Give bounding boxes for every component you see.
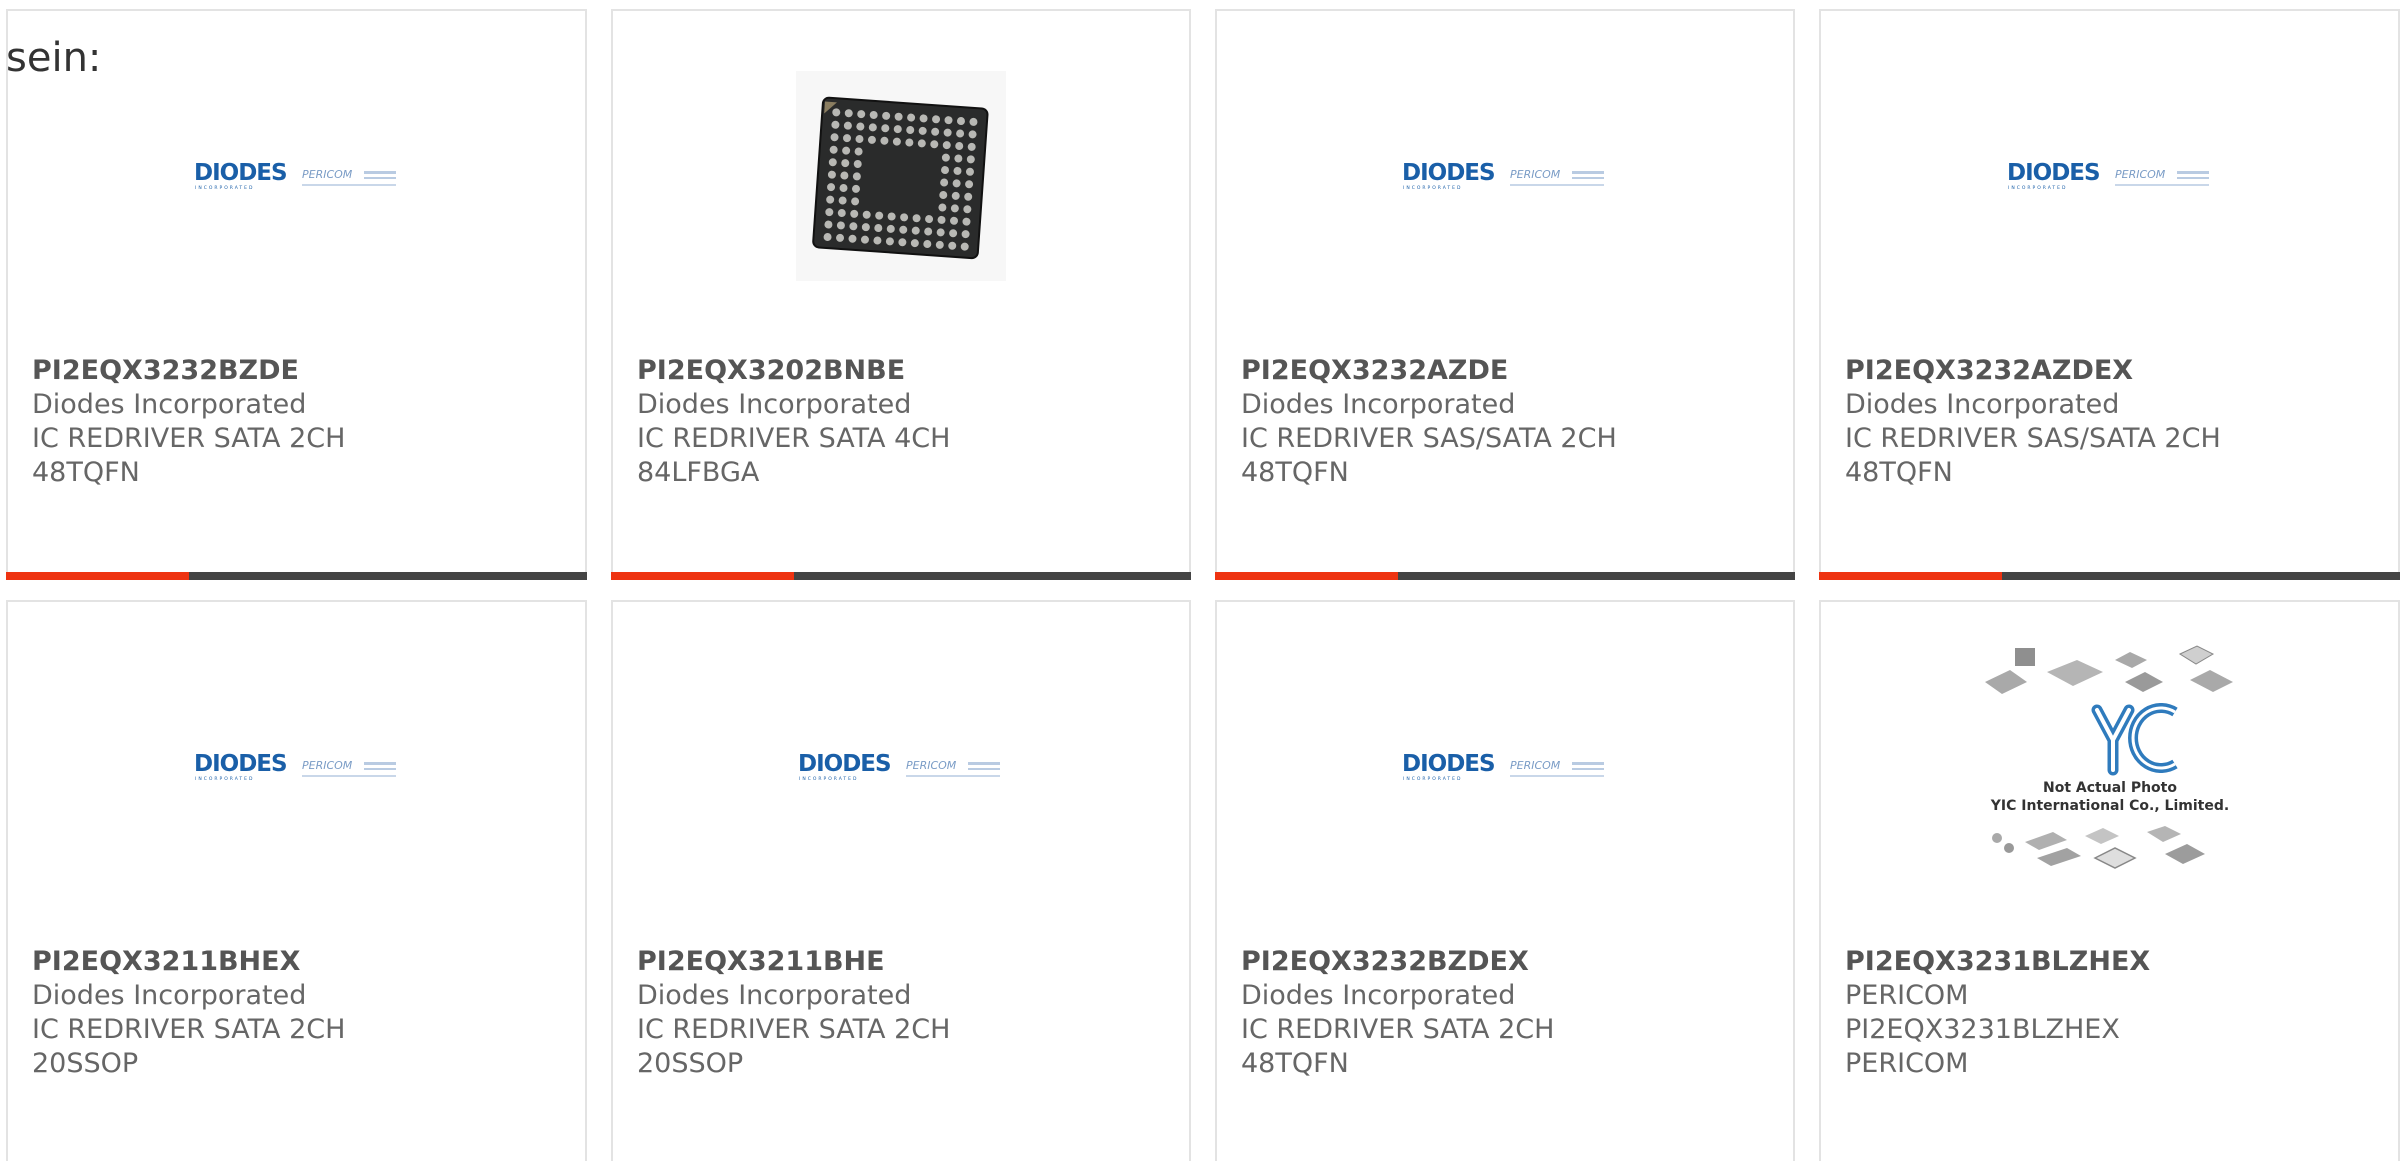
part-number-link[interactable]: PI2EQX3211BHEX <box>32 945 545 979</box>
description: IC REDRIVER SATA 2CH 20SSOP <box>32 1014 346 1079</box>
part-number-link[interactable]: PI2EQX3202BNBE <box>637 354 1149 388</box>
card-accent-bar <box>6 572 587 580</box>
svg-text:PERICOM: PERICOM <box>1510 168 1561 181</box>
description: IC REDRIVER SAS/SATA 2CH 48TQFN <box>1845 423 2221 488</box>
product-image[interactable]: DIODES INCORPORATED PERICOM <box>613 602 1189 932</box>
yic-placeholder-photo: Not Actual Photo YIC International Co., L… <box>1984 645 2233 869</box>
description: IC REDRIVER SATA 2CH 20SSOP <box>637 1014 951 1079</box>
diodes-pericom-logo: DIODESINCORPORATED PERICOM <box>798 751 1000 782</box>
product-image[interactable]: DIODES INCORPORATED PERICOM <box>1821 11 2398 341</box>
svg-text:DIODES: DIODES <box>2007 160 2100 186</box>
part-number-link[interactable]: PI2EQX3231BLZHEX <box>1845 945 2358 979</box>
diodes-pericom-logo: DIODESINCORPORATED PERICOM <box>194 751 396 782</box>
svg-text:DIODES: DIODES <box>194 160 287 186</box>
svg-text:DIODES: DIODES <box>194 751 287 777</box>
diodes-pericom-logo: DIODESINCORPORATED PERICOM <box>194 160 396 191</box>
svg-text:INCORPORATED: INCORPORATED <box>195 776 255 782</box>
svg-text:PERICOM: PERICOM <box>2115 168 2166 181</box>
product-card[interactable]: Not Actual Photo YIC International Co., L… <box>1819 600 2400 1161</box>
part-number-link[interactable]: PI2EQX3232BZDE <box>32 354 545 388</box>
manufacturer: Diodes Incorporated <box>637 980 912 1011</box>
manufacturer: Diodes Incorporated <box>32 980 307 1011</box>
card-accent-bar <box>1819 572 2400 580</box>
product-image[interactable] <box>613 11 1189 341</box>
card-accent-bar <box>611 572 1191 580</box>
product-image[interactable]: Not Actual Photo YIC International Co., L… <box>1821 602 2398 932</box>
product-card[interactable]: DIODES INCORPORATED PERICOM PI2EQX3232AZDE… <box>1819 9 2400 580</box>
product-card[interactable]: DIODES INCORPORATED PERICOM PI2EQX3232BZDE… <box>6 9 587 580</box>
diodes-pericom-logo: DIODESINCORPORATED PERICOM <box>1402 160 1604 191</box>
svg-text:INCORPORATED: INCORPORATED <box>2008 185 2068 191</box>
description: IC REDRIVER SATA 2CH 48TQFN <box>32 423 346 488</box>
description: PI2EQX3231BLZHEX PERICOM <box>1845 1014 2120 1079</box>
svg-text:PERICOM: PERICOM <box>302 759 353 772</box>
diodes-pericom-logo: DIODESINCORPORATED PERICOM <box>2007 160 2209 191</box>
svg-text:PERICOM: PERICOM <box>906 759 957 772</box>
manufacturer: Diodes Incorporated <box>1241 389 1516 420</box>
product-grid: sein: DIODES INCORPORATED PERICOM PI2EQX32… <box>0 0 2400 1161</box>
part-number-link[interactable]: PI2EQX3232AZDEX <box>1845 354 2358 388</box>
description: IC REDRIVER SATA 4CH 84LFBGA <box>637 423 951 488</box>
product-card[interactable]: DIODES INCORPORATED PERICOM PI2EQX3232AZDE… <box>1215 9 1795 580</box>
svg-text:Not Actual Photo: Not Actual Photo <box>2043 780 2177 796</box>
product-image[interactable]: DIODES INCORPORATED PERICOM <box>8 602 585 932</box>
manufacturer: Diodes Incorporated <box>1241 980 1516 1011</box>
diodes-pericom-logo: DIODESINCORPORATED PERICOM <box>1402 751 1604 782</box>
product-image[interactable]: DIODES INCORPORATED PERICOM <box>1217 602 1793 932</box>
product-card[interactable]: DIODES INCORPORATED PERICOM PI2EQX3211BHE … <box>611 600 1191 1161</box>
part-number-link[interactable]: PI2EQX3232BZDEX <box>1241 945 1753 979</box>
card-accent-bar <box>1215 572 1795 580</box>
product-card[interactable]: DIODES INCORPORATED PERICOM PI2EQX3211BHEX… <box>6 600 587 1161</box>
manufacturer: Diodes Incorporated <box>32 389 307 420</box>
svg-text:YIC International Co., Limited: YIC International Co., Limited. <box>1989 798 2228 814</box>
part-number-link[interactable]: PI2EQX3211BHE <box>637 945 1149 979</box>
svg-text:INCORPORATED: INCORPORATED <box>1403 776 1463 782</box>
svg-text:DIODES: DIODES <box>1402 160 1495 186</box>
svg-text:INCORPORATED: INCORPORATED <box>799 776 859 782</box>
svg-text:PERICOM: PERICOM <box>302 168 353 181</box>
part-number-link[interactable]: PI2EQX3232AZDE <box>1241 354 1753 388</box>
description: IC REDRIVER SATA 2CH 48TQFN <box>1241 1014 1555 1079</box>
product-card[interactable]: PI2EQX3202BNBE Diodes Incorporated IC RE… <box>611 9 1191 580</box>
svg-text:DIODES: DIODES <box>1402 751 1495 777</box>
intro-text: sein: <box>6 35 102 81</box>
manufacturer: PERICOM <box>1845 980 1969 1011</box>
manufacturer: Diodes Incorporated <box>637 389 912 420</box>
manufacturer: Diodes Incorporated <box>1845 389 2120 420</box>
svg-text:INCORPORATED: INCORPORATED <box>1403 185 1463 191</box>
svg-text:DIODES: DIODES <box>798 751 891 777</box>
product-card[interactable]: DIODES INCORPORATED PERICOM PI2EQX3232BZDE… <box>1215 600 1795 1161</box>
bga-chip-photo <box>796 71 1006 281</box>
description: IC REDRIVER SAS/SATA 2CH 48TQFN <box>1241 423 1617 488</box>
product-image[interactable]: DIODES INCORPORATED PERICOM <box>1217 11 1793 341</box>
svg-text:INCORPORATED: INCORPORATED <box>195 185 255 191</box>
svg-text:PERICOM: PERICOM <box>1510 759 1561 772</box>
